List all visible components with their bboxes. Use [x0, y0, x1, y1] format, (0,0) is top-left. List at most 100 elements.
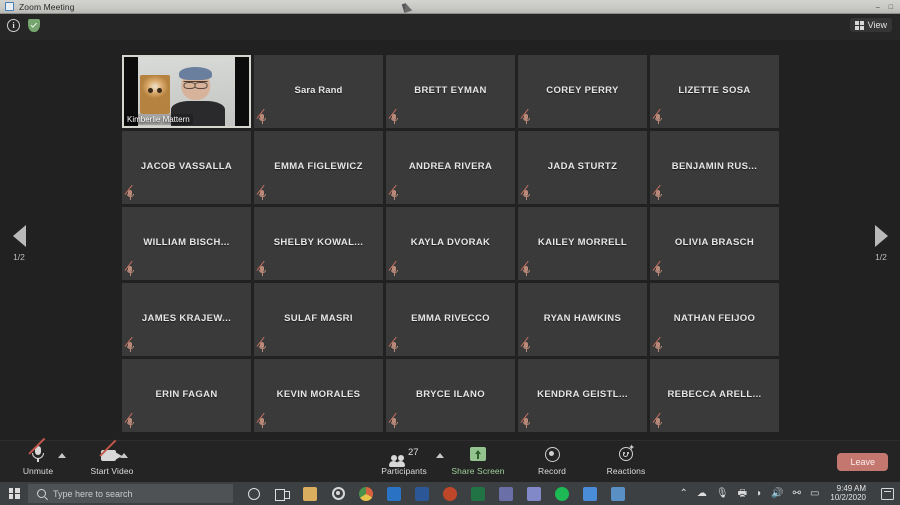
participant-name: KAILEY MORRELL — [537, 237, 628, 249]
microphone-muted-icon — [124, 337, 135, 352]
battery-icon[interactable]: ▭ — [810, 488, 819, 499]
volume-icon[interactable]: 🔊 — [771, 488, 783, 499]
start-video-button[interactable]: Start Video — [84, 439, 140, 476]
view-button[interactable]: View — [849, 18, 892, 32]
participant-name: NATHAN FEIJOO — [673, 313, 756, 325]
green-shield-icon[interactable] — [28, 19, 40, 32]
participant-tile[interactable]: BRYCE ILANO — [386, 359, 515, 432]
share-screen-icon — [470, 447, 486, 461]
taskbar-clock[interactable]: 9:49 AM 10/2/2020 — [830, 484, 866, 502]
participant-tile[interactable]: NATHAN FEIJOO — [650, 283, 779, 356]
task-view-icon[interactable] — [269, 482, 295, 505]
share-screen-button[interactable]: Share Screen — [450, 444, 506, 476]
participant-tile[interactable]: KAYLA DVORAK — [386, 207, 515, 280]
window-title: Zoom Meeting — [19, 1, 75, 12]
participants-label: Participants — [381, 466, 427, 476]
participant-name: REBECCA ARELL... — [667, 389, 762, 401]
previous-page-button[interactable]: 1/2 — [2, 225, 36, 262]
settings-gear-icon[interactable] — [325, 482, 351, 505]
maximize-button[interactable]: □ — [889, 4, 893, 11]
printer-icon[interactable]: 🖶 — [738, 488, 747, 499]
participant-name: BENJAMIN RUS... — [671, 161, 758, 173]
microphone-muted-icon — [652, 261, 663, 276]
participant-name: OLIVIA BRASCH — [674, 237, 755, 249]
participant-tile[interactable]: SULAF MASRI — [254, 283, 383, 356]
participant-tile-self[interactable]: Kimberlie Mattern — [122, 55, 251, 128]
participant-tile[interactable]: KENDRA GEISTL... — [518, 359, 647, 432]
network-share-icon[interactable]: ⚯ — [793, 488, 801, 499]
participant-tile[interactable]: SHELBY KOWAL... — [254, 207, 383, 280]
participants-count: 27 — [408, 447, 419, 458]
file-explorer-icon[interactable] — [297, 482, 323, 505]
excel-icon[interactable] — [465, 482, 491, 505]
reactions-icon: ✦ — [619, 444, 635, 461]
participant-tile[interactable]: JACOB VASSALLA — [122, 131, 251, 204]
participants-button[interactable]: 27 Participants — [376, 444, 432, 476]
microphone-muted-icon — [520, 109, 531, 124]
google-chrome-icon[interactable] — [353, 482, 379, 505]
microphone-muted-icon — [652, 337, 663, 352]
participant-tile[interactable]: KAILEY MORRELL — [518, 207, 647, 280]
participant-name: JADA STURTZ — [547, 161, 618, 173]
participant-tile[interactable]: WILLIAM BISCH... — [122, 207, 251, 280]
minimize-button[interactable]: – — [876, 4, 880, 11]
participant-name: KENDRA GEISTL... — [537, 389, 628, 401]
participant-tile[interactable]: JADA STURTZ — [518, 131, 647, 204]
microphone-muted-icon — [124, 413, 135, 428]
record-label: Record — [537, 466, 566, 476]
zoom-header-bar: i View — [0, 14, 900, 40]
participants-caret-icon[interactable] — [436, 453, 444, 458]
photos-icon[interactable] — [605, 482, 631, 505]
participant-name: ANDREA RIVERA — [408, 161, 493, 173]
participant-tile[interactable]: BRETT EYMAN — [386, 55, 515, 128]
reactions-button[interactable]: ✦ Reactions — [598, 444, 654, 477]
onedrive-icon[interactable]: ☁ — [697, 488, 707, 499]
next-page-button[interactable]: 1/2 — [864, 225, 898, 262]
taskbar-search-input[interactable]: Type here to search — [28, 484, 233, 503]
chevron-up-icon[interactable]: ⌃ — [680, 488, 688, 499]
participant-tile[interactable]: LIZETTE SOSA — [650, 55, 779, 128]
microphone-muted-icon — [388, 413, 399, 428]
leave-button[interactable]: Leave — [837, 453, 888, 471]
microphone-tray-icon[interactable]: 🎙 — [716, 488, 729, 499]
participant-tile[interactable]: ERIN FAGAN — [122, 359, 251, 432]
participant-tile[interactable]: EMMA RIVECCO — [386, 283, 515, 356]
participant-tile[interactable]: KEVIN MORALES — [254, 359, 383, 432]
participant-tile[interactable]: REBECCA ARELL... — [650, 359, 779, 432]
participant-name: JACOB VASSALLA — [140, 161, 233, 173]
spotify-icon[interactable] — [549, 482, 575, 505]
participant-tile[interactable]: Sara Rand — [254, 55, 383, 128]
participant-name: ERIN FAGAN — [155, 389, 218, 401]
video-options-caret-icon[interactable] — [120, 453, 128, 458]
toolbar-left-group: Unmute Start Video — [10, 437, 140, 476]
clock-date: 10/2/2020 — [830, 492, 866, 502]
header-left-icons: i — [7, 19, 40, 32]
unmute-label: Unmute — [22, 466, 54, 476]
participant-tile[interactable]: BENJAMIN RUS... — [650, 131, 779, 204]
outlook-icon[interactable] — [381, 482, 407, 505]
teams-icon[interactable] — [521, 482, 547, 505]
powerpoint-icon[interactable] — [437, 482, 463, 505]
participant-name: JAMES KRAJEW... — [141, 313, 232, 325]
participant-tile[interactable]: ANDREA RIVERA — [386, 131, 515, 204]
page-indicator-left: 1/2 — [13, 252, 25, 262]
onenote-icon[interactable] — [493, 482, 519, 505]
unmute-button[interactable]: Unmute — [10, 437, 66, 476]
zoom-taskbar-icon[interactable] — [577, 482, 603, 505]
word-icon[interactable] — [409, 482, 435, 505]
windows-start-button[interactable] — [0, 482, 28, 505]
participant-tile[interactable]: EMMA FIGLEWICZ — [254, 131, 383, 204]
wifi-icon[interactable]: ◗ — [756, 488, 762, 499]
cortana-icon[interactable] — [241, 482, 267, 505]
participant-tile[interactable]: RYAN HAWKINS — [518, 283, 647, 356]
record-icon — [544, 446, 560, 462]
participant-tile[interactable]: JAMES KRAJEW... — [122, 283, 251, 356]
participant-tile[interactable]: COREY PERRY — [518, 55, 647, 128]
info-circle-icon[interactable]: i — [7, 19, 20, 32]
audio-options-caret-icon[interactable] — [58, 453, 66, 458]
participant-tile[interactable]: OLIVIA BRASCH — [650, 207, 779, 280]
microphone-muted-icon — [256, 185, 267, 200]
system-tray: ⌃ ☁ 🎙 🖶 ◗ 🔊 ⚯ ▭ 9:49 AM 10/2/2020 — [680, 484, 900, 502]
record-button[interactable]: Record — [524, 444, 580, 476]
action-center-icon[interactable] — [881, 487, 894, 500]
